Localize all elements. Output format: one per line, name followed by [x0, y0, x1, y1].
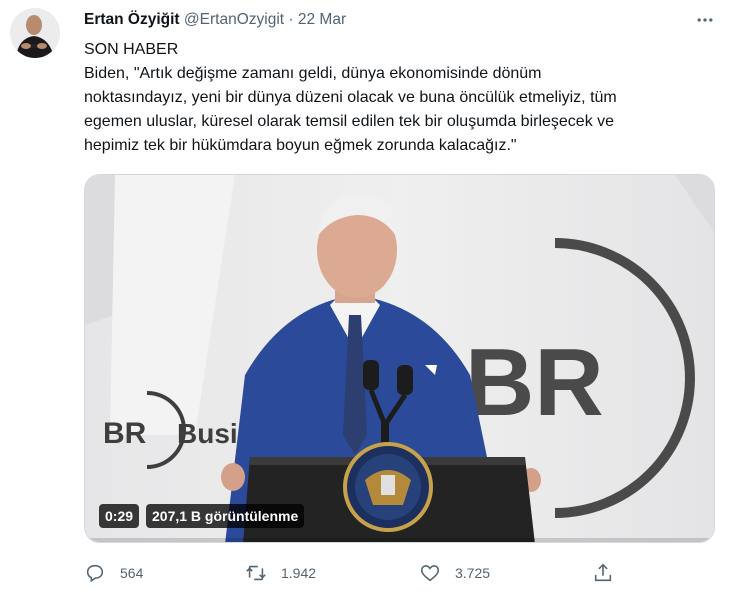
- reply-button[interactable]: 564: [84, 558, 143, 588]
- like-icon: [420, 565, 440, 582]
- author-name[interactable]: Ertan Özyiğit: [84, 11, 180, 28]
- backdrop-text-small: Busi: [177, 418, 238, 449]
- tweet-text-body: Biden, "Artık değişme zamanı geldi, düny…: [84, 65, 617, 154]
- tweet-date[interactable]: 22 Mar: [298, 11, 346, 28]
- retweet-count: 1.942: [281, 565, 317, 581]
- backdrop-logo-large: BR: [465, 329, 604, 436]
- like-count: 3.725: [455, 565, 491, 581]
- tweet-text-headline: SON HABER: [84, 41, 179, 58]
- video-duration-badge: 0:29: [99, 504, 140, 528]
- like-button[interactable]: 3.725: [419, 558, 490, 588]
- tweet-actions: 564 1.942 3.725: [84, 558, 624, 588]
- author-handle[interactable]: @ErtanOzyigit: [184, 11, 284, 28]
- share-icon: [594, 563, 612, 582]
- avatar[interactable]: [10, 8, 60, 58]
- avatar-image: [10, 8, 60, 58]
- separator-dot: ·: [288, 11, 294, 28]
- video-player[interactable]: BR BR Busi s 0:29 207,1 B görün: [84, 174, 715, 543]
- tweet-header: Ertan Özyiğit @ErtanOzyigit · 22 Mar: [84, 10, 346, 30]
- retweet-icon: [246, 565, 266, 581]
- tweet-text: SON HABER Biden, "Artık değişme zamanı g…: [84, 38, 714, 158]
- reply-count: 564: [120, 565, 144, 581]
- video-thumbnail: BR BR Busi s: [85, 175, 714, 542]
- more-icon: [697, 18, 713, 22]
- share-button[interactable]: [592, 558, 614, 588]
- retweet-button[interactable]: 1.942: [245, 558, 316, 588]
- reply-icon: [86, 564, 104, 583]
- more-button[interactable]: [692, 8, 718, 32]
- backdrop-logo-small: BR: [103, 417, 147, 450]
- video-views-badge: 207,1 B görüntülenme: [146, 504, 305, 528]
